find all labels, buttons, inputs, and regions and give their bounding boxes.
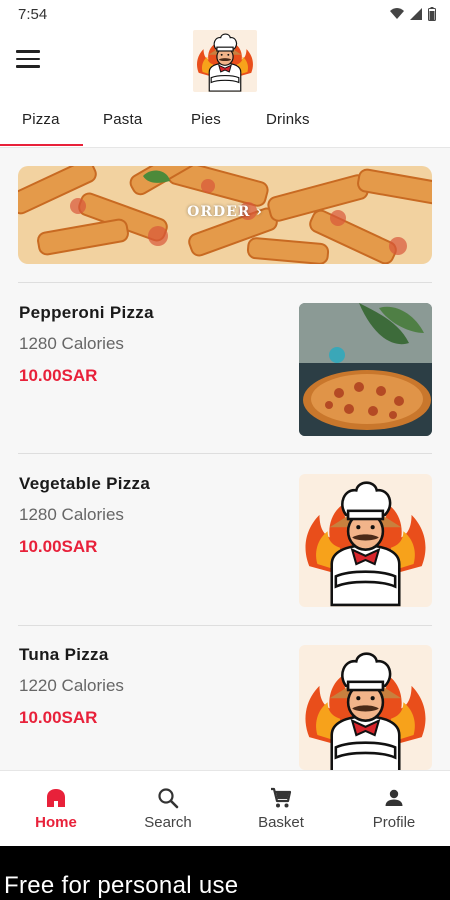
footer-text: Free for personal use (4, 872, 239, 899)
nav-basket[interactable]: Basket (225, 771, 337, 847)
battery-icon (428, 7, 436, 21)
item-calories: 1280 Calories (19, 505, 124, 524)
nav-label: Home (35, 814, 77, 831)
tab-pizza[interactable]: Pizza (22, 111, 60, 128)
chef-logo (193, 30, 257, 92)
divider (18, 282, 432, 283)
status-bar: 7:54 (0, 0, 450, 30)
footer-bar: Free for personal use (0, 846, 450, 900)
item-calories: 1220 Calories (19, 676, 124, 695)
item-name: Tuna Pizza (19, 645, 109, 664)
search-icon (158, 788, 179, 809)
divider (18, 453, 432, 454)
tab-drinks[interactable]: Drinks (266, 111, 310, 128)
menu-item[interactable]: Vegetable Pizza 1280 Calories 10.00SAR (0, 474, 450, 626)
chef-logo (299, 474, 432, 607)
pizza-photo (299, 303, 432, 436)
nav-profile[interactable]: Profile (338, 771, 450, 847)
item-calories: 1280 Calories (19, 334, 124, 353)
home-icon (47, 789, 65, 807)
status-icons (390, 7, 436, 21)
status-time: 7:54 (18, 6, 48, 23)
item-price: 10.00SAR (19, 366, 98, 385)
app-bar (0, 30, 450, 96)
item-price: 10.00SAR (19, 537, 98, 556)
item-name: Pepperoni Pizza (19, 303, 154, 322)
item-name: Vegetable Pizza (19, 474, 151, 493)
tabs-divider (0, 147, 450, 148)
wifi-icon (390, 8, 404, 19)
menu-item[interactable]: Pepperoni Pizza 1280 Calories 10.00SAR (0, 303, 450, 455)
tab-indicator (0, 144, 83, 146)
signal-icon (410, 8, 422, 20)
nav-search[interactable]: Search (112, 771, 224, 847)
bottom-navigation: Home Search Basket Profile (0, 770, 450, 846)
tab-pies[interactable]: Pies (191, 111, 221, 128)
nav-label: Basket (258, 814, 304, 831)
nav-home[interactable]: Home (0, 771, 112, 847)
cart-icon (271, 787, 292, 808)
chef-logo (299, 645, 432, 770)
person-icon (385, 789, 403, 806)
menu-icon[interactable] (16, 50, 40, 70)
nav-label: Profile (372, 814, 416, 831)
order-banner[interactable]: ORDER › (18, 166, 432, 264)
banner-text: ORDER › (187, 204, 263, 220)
divider (18, 625, 432, 626)
category-tabs: Pizza Pasta Pies Drinks (0, 96, 450, 148)
nav-label: Search (144, 814, 192, 831)
item-price: 10.00SAR (19, 708, 98, 727)
tab-pasta[interactable]: Pasta (103, 111, 142, 128)
